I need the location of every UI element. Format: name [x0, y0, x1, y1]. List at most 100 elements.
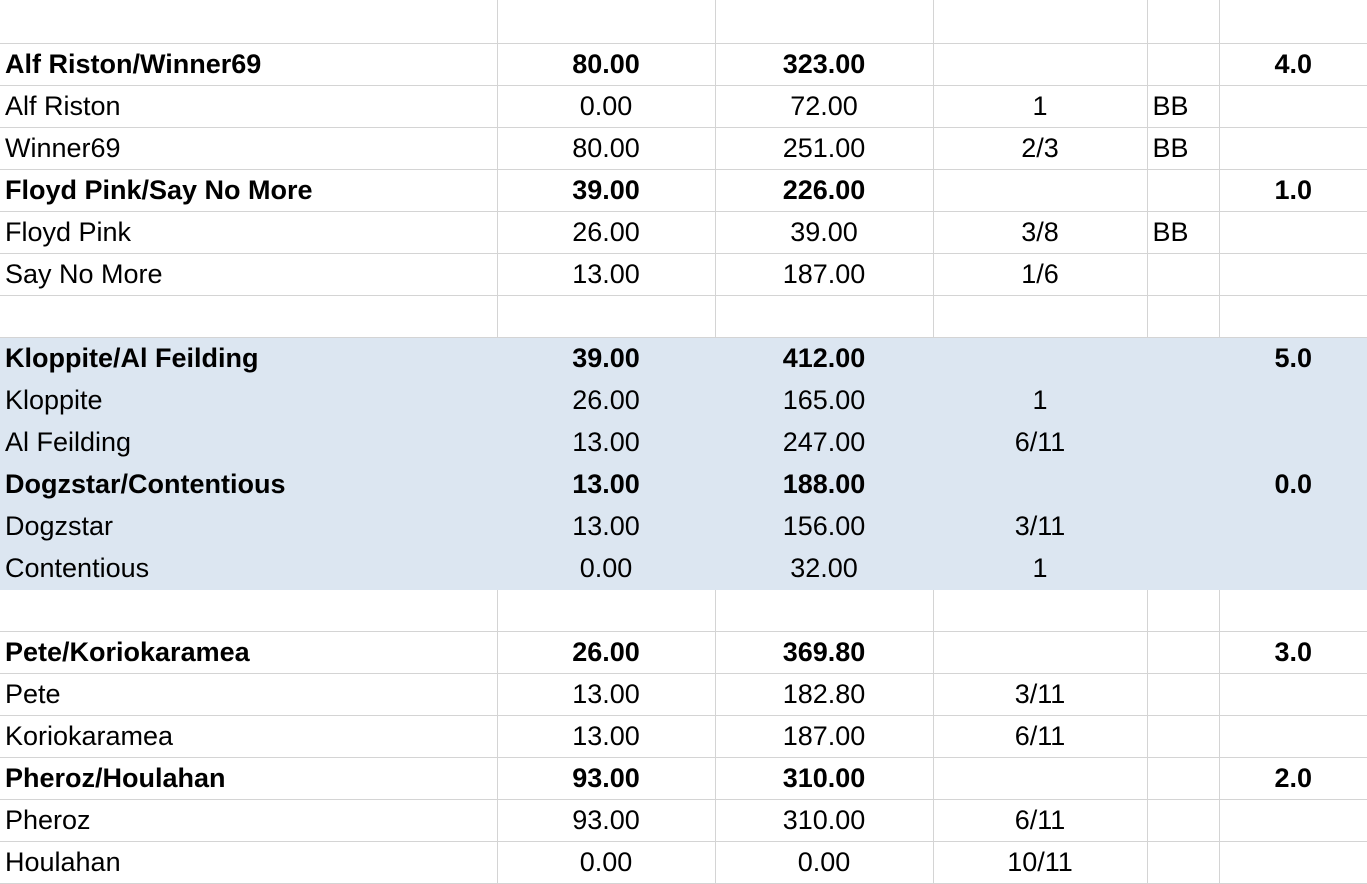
cell[interactable]: [933, 295, 1148, 338]
player-col3-cell[interactable]: 2/3: [933, 127, 1148, 170]
cell[interactable]: [715, 295, 934, 338]
player-col4-cell[interactable]: [1147, 673, 1220, 716]
player-col1-cell[interactable]: 0.00: [497, 841, 716, 884]
player-col2-cell[interactable]: 32.00: [715, 547, 934, 590]
player-col2-cell[interactable]: 39.00: [715, 211, 934, 254]
player-name-cell[interactable]: Houlahan: [0, 841, 498, 884]
cell[interactable]: [1147, 589, 1220, 632]
player-col1-cell[interactable]: 26.00: [497, 379, 716, 422]
player-col4-cell[interactable]: [1147, 253, 1220, 296]
cell[interactable]: [1219, 127, 1367, 170]
cell[interactable]: [1147, 631, 1220, 674]
player-col4-cell[interactable]: BB: [1147, 85, 1220, 128]
player-name-cell[interactable]: Pheroz: [0, 799, 498, 842]
cell[interactable]: [1147, 43, 1220, 86]
cell[interactable]: [0, 0, 498, 44]
player-col3-cell[interactable]: 1: [933, 379, 1148, 422]
cell[interactable]: [0, 295, 498, 338]
player-col2-cell[interactable]: 310.00: [715, 799, 934, 842]
team-rank-cell[interactable]: 3.0: [1219, 631, 1367, 674]
team-rank-cell[interactable]: 0.0: [1219, 463, 1367, 506]
player-name-cell[interactable]: Contentious: [0, 547, 498, 590]
player-col3-cell[interactable]: 6/11: [933, 421, 1148, 464]
team-name-cell[interactable]: Pheroz/Houlahan: [0, 757, 498, 800]
team-col2-cell[interactable]: 188.00: [715, 463, 934, 506]
cell[interactable]: [1219, 589, 1367, 632]
cell[interactable]: [1219, 421, 1367, 464]
cell[interactable]: [0, 589, 498, 632]
team-col1-cell[interactable]: 39.00: [497, 337, 716, 380]
player-col2-cell[interactable]: 247.00: [715, 421, 934, 464]
cell[interactable]: [933, 463, 1148, 506]
player-col3-cell[interactable]: 1: [933, 85, 1148, 128]
cell[interactable]: [497, 295, 716, 338]
player-name-cell[interactable]: Dogzstar: [0, 505, 498, 548]
player-name-cell[interactable]: Alf Riston: [0, 85, 498, 128]
cell[interactable]: [1147, 463, 1220, 506]
player-col3-cell[interactable]: 3/11: [933, 505, 1148, 548]
player-col1-cell[interactable]: 13.00: [497, 673, 716, 716]
player-col4-cell[interactable]: [1147, 547, 1220, 590]
player-col1-cell[interactable]: 13.00: [497, 253, 716, 296]
player-name-cell[interactable]: Winner69: [0, 127, 498, 170]
team-col2-cell[interactable]: 369.80: [715, 631, 934, 674]
cell[interactable]: [933, 337, 1148, 380]
team-col1-cell[interactable]: 80.00: [497, 43, 716, 86]
cell[interactable]: [1147, 0, 1220, 44]
cell[interactable]: [1147, 337, 1220, 380]
player-col3-cell[interactable]: 6/11: [933, 799, 1148, 842]
cell[interactable]: [1147, 295, 1220, 338]
player-col4-cell[interactable]: BB: [1147, 211, 1220, 254]
team-rank-cell[interactable]: 5.0: [1219, 337, 1367, 380]
team-col2-cell[interactable]: 310.00: [715, 757, 934, 800]
player-col1-cell[interactable]: 13.00: [497, 421, 716, 464]
player-col1-cell[interactable]: 13.00: [497, 505, 716, 548]
cell[interactable]: [1219, 505, 1367, 548]
player-col3-cell[interactable]: 3/11: [933, 673, 1148, 716]
cell[interactable]: [1219, 841, 1367, 884]
player-col3-cell[interactable]: 1: [933, 547, 1148, 590]
player-col1-cell[interactable]: 0.00: [497, 85, 716, 128]
player-col1-cell[interactable]: 80.00: [497, 127, 716, 170]
player-col3-cell[interactable]: 6/11: [933, 715, 1148, 758]
cell[interactable]: [1219, 547, 1367, 590]
player-col2-cell[interactable]: 187.00: [715, 715, 934, 758]
player-col3-cell[interactable]: 1/6: [933, 253, 1148, 296]
player-name-cell[interactable]: Al Feilding: [0, 421, 498, 464]
cell[interactable]: [933, 169, 1148, 212]
player-col2-cell[interactable]: 251.00: [715, 127, 934, 170]
team-name-cell[interactable]: Kloppite/Al Feilding: [0, 337, 498, 380]
player-col1-cell[interactable]: 26.00: [497, 211, 716, 254]
player-col2-cell[interactable]: 182.80: [715, 673, 934, 716]
cell[interactable]: [497, 589, 716, 632]
cell[interactable]: [933, 631, 1148, 674]
player-col2-cell[interactable]: 165.00: [715, 379, 934, 422]
player-name-cell[interactable]: Floyd Pink: [0, 211, 498, 254]
team-col1-cell[interactable]: 26.00: [497, 631, 716, 674]
team-col2-cell[interactable]: 323.00: [715, 43, 934, 86]
player-col2-cell[interactable]: 156.00: [715, 505, 934, 548]
player-name-cell[interactable]: Say No More: [0, 253, 498, 296]
team-rank-cell[interactable]: 1.0: [1219, 169, 1367, 212]
player-col4-cell[interactable]: BB: [1147, 127, 1220, 170]
cell[interactable]: [1219, 799, 1367, 842]
player-col4-cell[interactable]: [1147, 505, 1220, 548]
cell[interactable]: [1219, 85, 1367, 128]
cell[interactable]: [1219, 379, 1367, 422]
player-col4-cell[interactable]: [1147, 841, 1220, 884]
cell[interactable]: [497, 0, 716, 44]
cell[interactable]: [1219, 253, 1367, 296]
team-col2-cell[interactable]: 412.00: [715, 337, 934, 380]
cell[interactable]: [1147, 169, 1220, 212]
player-col4-cell[interactable]: [1147, 421, 1220, 464]
team-name-cell[interactable]: Dogzstar/Contentious: [0, 463, 498, 506]
team-rank-cell[interactable]: 4.0: [1219, 43, 1367, 86]
cell[interactable]: [1219, 0, 1367, 44]
cell[interactable]: [1219, 715, 1367, 758]
player-col4-cell[interactable]: [1147, 379, 1220, 422]
cell[interactable]: [933, 589, 1148, 632]
team-name-cell[interactable]: Pete/Koriokaramea: [0, 631, 498, 674]
player-col1-cell[interactable]: 93.00: [497, 799, 716, 842]
player-col4-cell[interactable]: [1147, 715, 1220, 758]
team-name-cell[interactable]: Floyd Pink/Say No More: [0, 169, 498, 212]
